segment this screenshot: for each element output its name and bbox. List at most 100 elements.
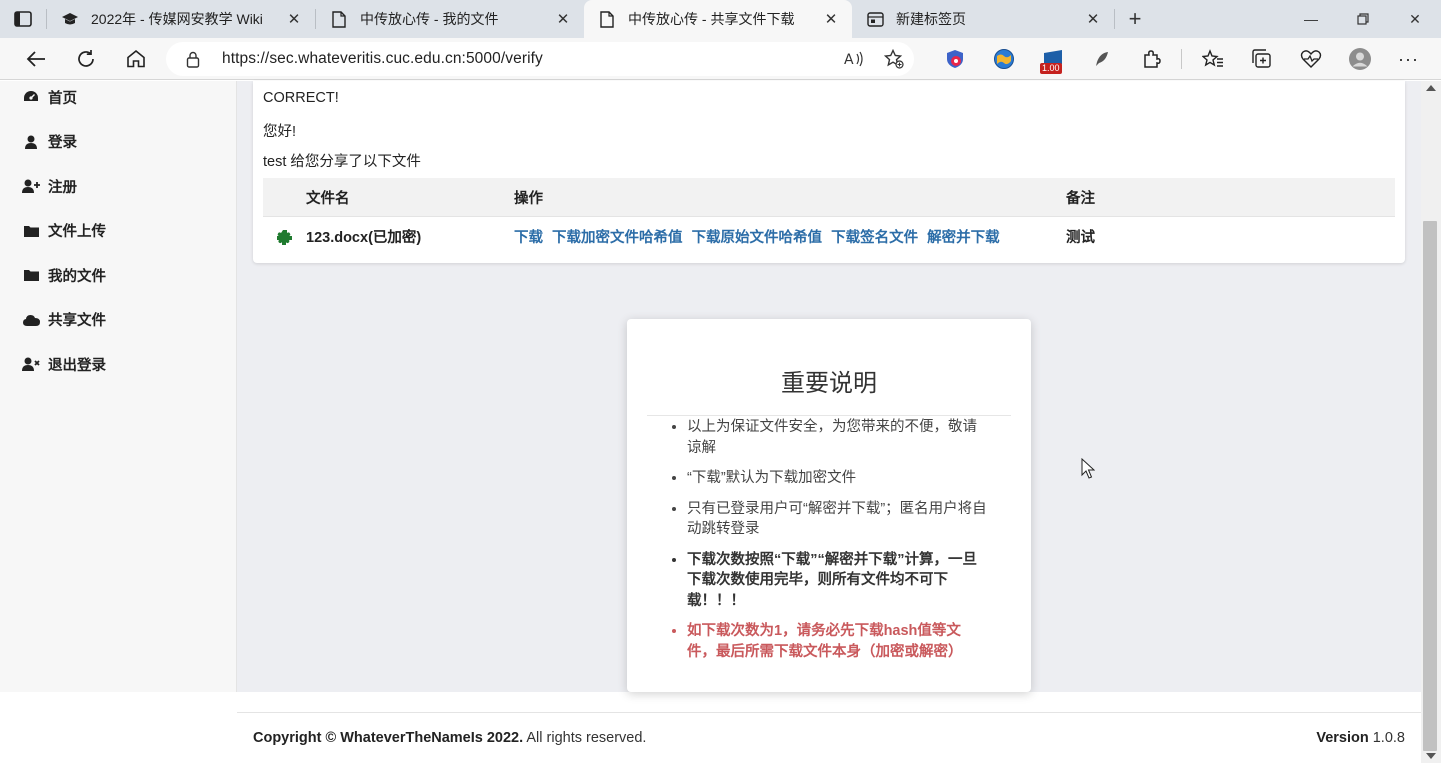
sidebar-item-label: 我的文件 (48, 268, 106, 285)
tab-shared-download[interactable]: 中传放心传 - 共享文件下载 ✕ (584, 0, 852, 38)
shared-files-table: 文件名 操作 备注 123.docx(已加密) 下载 下载加密文件哈希值 下载原… (263, 178, 1395, 256)
extensions-area: 1.00 ··· (930, 38, 1433, 80)
tab-title: 新建标签页 (896, 11, 966, 27)
notice-item: 只有已登录用户可“解密并下载”；匿名用户将自动跳转登录 (687, 499, 989, 540)
sidebar-item-logout[interactable]: 退出登录 (0, 342, 236, 387)
browser-toolbar: https://sec.whateveritis.cuc.edu.cn:5000… (0, 38, 1441, 80)
tab-title: 中传放心传 - 我的文件 (360, 11, 499, 27)
sidebar-item-register[interactable]: 注册 (0, 164, 236, 209)
sidebar-item-label: 共享文件 (48, 313, 106, 330)
url-text[interactable]: https://sec.whateveritis.cuc.edu.cn:5000… (222, 50, 834, 68)
download-link[interactable]: 下载 (514, 230, 543, 246)
sidebar-item-label: 首页 (48, 90, 77, 107)
sidebar-item-shared-files[interactable]: 共享文件 (0, 298, 236, 343)
download-signature-link[interactable]: 下载签名文件 (831, 230, 918, 246)
file-name: 123.docx(已加密) (306, 230, 422, 246)
profile-button[interactable] (1335, 38, 1384, 80)
version-value: 1.0.8 (1368, 730, 1405, 746)
shared-files-card: CORRECT! 您好! test 给您分享了以下文件 文件名 操作 备注 12… (253, 81, 1405, 263)
table-row: 123.docx(已加密) 下载 下载加密文件哈希值 下载原始文件哈希值 下载签… (263, 216, 1395, 256)
puzzle-icon (1143, 50, 1161, 68)
cloud-icon (22, 312, 40, 328)
back-button[interactable] (11, 39, 61, 79)
minimize-button[interactable]: — (1285, 0, 1337, 38)
plus-icon: + (1128, 6, 1142, 31)
globe-extension-icon (993, 49, 1014, 69)
download-original-hash-link[interactable]: 下载原始文件哈希值 (692, 230, 823, 246)
restore-button[interactable] (1337, 0, 1389, 38)
scroll-down-arrow-icon[interactable] (1426, 753, 1436, 759)
back-arrow-icon (26, 50, 45, 67)
shield-extension-icon (946, 50, 963, 68)
sidebar-item-upload[interactable]: 文件上传 (0, 209, 236, 254)
close-icon[interactable]: ✕ (554, 10, 572, 28)
notice-title: 重要说明 (781, 369, 877, 397)
home-button[interactable] (111, 39, 161, 79)
address-bar[interactable]: https://sec.whateveritis.cuc.edu.cn:5000… (166, 42, 914, 76)
sidebar-item-home[interactable]: 首页 (0, 75, 236, 120)
copyright-rest: All rights reserved. (523, 730, 647, 746)
sidebar-item-label: 注册 (48, 179, 77, 196)
notice-item: 以上为保证文件安全，为您带来的不便，敬请谅解 (687, 417, 989, 458)
browser-essentials-button[interactable] (1286, 38, 1335, 80)
extension-badge: 1.00 (1040, 63, 1062, 74)
mouse-cursor-icon (1081, 458, 1095, 479)
sidebar-item-label: 文件上传 (48, 224, 106, 241)
extension-media-button[interactable]: 1.00 (1028, 38, 1077, 80)
restore-icon (1357, 13, 1369, 25)
dashboard-icon (22, 89, 40, 105)
main-content: CORRECT! 您好! test 给您分享了以下文件 文件名 操作 备注 12… (237, 81, 1421, 692)
share-message: test 给您分享了以下文件 (263, 154, 421, 170)
feather-extension-icon (1095, 52, 1108, 66)
extensions-menu-button[interactable] (1126, 38, 1175, 80)
favorites-button[interactable] (1188, 38, 1237, 80)
collections-button[interactable] (1237, 38, 1286, 80)
file-operations: 下载 下载加密文件哈希值 下载原始文件哈希值 下载签名文件 解密并下载 (514, 226, 1066, 247)
version-info: Version 1.0.8 (1316, 730, 1405, 746)
notice-item-warning: 下载次数按照“下载”“解密并下载”计算，一旦下载次数使用完毕，则所有文件均不可下… (687, 550, 989, 612)
favorites-icon (1201, 49, 1223, 67)
tab-wiki[interactable]: 2022年 - 传媒网安教学 Wiki ✕ (47, 0, 315, 38)
settings-menu-button[interactable]: ··· (1384, 38, 1433, 80)
tab-new-tab[interactable]: 新建标签页 ✕ (852, 0, 1114, 38)
lock-icon[interactable] (186, 51, 206, 68)
tab-my-files[interactable]: 中传放心传 - 我的文件 ✕ (316, 0, 584, 38)
extension-globe-button[interactable] (979, 38, 1028, 80)
download-encrypted-hash-link[interactable]: 下载加密文件哈希值 (552, 230, 683, 246)
sidebar-item-login[interactable]: 登录 (0, 120, 236, 165)
notice-item: “下载”默认为下载加密文件 (687, 468, 989, 489)
graduation-cap-icon (61, 10, 79, 28)
tab-strip: 2022年 - 传媒网安教学 Wiki ✕ 中传放心传 - 我的文件 ✕ 中传放… (0, 0, 1441, 38)
add-favorite-icon[interactable] (874, 49, 914, 69)
decrypt-download-link[interactable]: 解密并下载 (927, 230, 1000, 246)
page-footer: Copyright © WhateverTheNameIs 2022. All … (237, 712, 1421, 763)
user-times-icon (22, 356, 40, 372)
header-note: 备注 (1066, 190, 1095, 207)
heart-pulse-icon (1300, 50, 1321, 68)
extension-privacy-button[interactable] (930, 38, 979, 80)
page-scrollbar[interactable] (1421, 81, 1441, 763)
sidebar-item-my-files[interactable]: 我的文件 (0, 253, 236, 298)
greeting-message: 您好! (263, 124, 297, 140)
copyright-bold: Copyright © WhateverTheNameIs 2022. (253, 730, 524, 746)
folder-icon (22, 267, 40, 283)
new-tab-button[interactable]: + (1115, 0, 1155, 38)
close-window-button[interactable]: ✕ (1389, 0, 1441, 38)
tab-title: 中传放心传 - 共享文件下载 (628, 11, 795, 27)
tab-actions-button[interactable] (0, 0, 46, 38)
close-icon[interactable]: ✕ (1084, 10, 1102, 28)
reload-button[interactable] (61, 39, 111, 79)
sidebar-item-label: 退出登录 (48, 357, 106, 374)
close-icon[interactable]: ✕ (285, 10, 303, 28)
close-icon[interactable]: ✕ (822, 10, 840, 28)
scroll-up-arrow-icon[interactable] (1426, 85, 1436, 91)
avatar-icon (1348, 48, 1371, 70)
folder-icon (22, 223, 40, 239)
read-aloud-icon[interactable]: A (834, 51, 874, 67)
sidebar: 首页 登录 注册 文件上传 我的文件 共享文件 退出登录 (0, 81, 237, 692)
scrollbar-thumb[interactable] (1423, 221, 1437, 751)
table-header: 文件名 操作 备注 (263, 178, 1395, 216)
tab-title: 2022年 - 传媒网安教学 Wiki (91, 11, 263, 27)
user-icon (22, 134, 40, 150)
extension-feather-button[interactable] (1077, 38, 1126, 80)
